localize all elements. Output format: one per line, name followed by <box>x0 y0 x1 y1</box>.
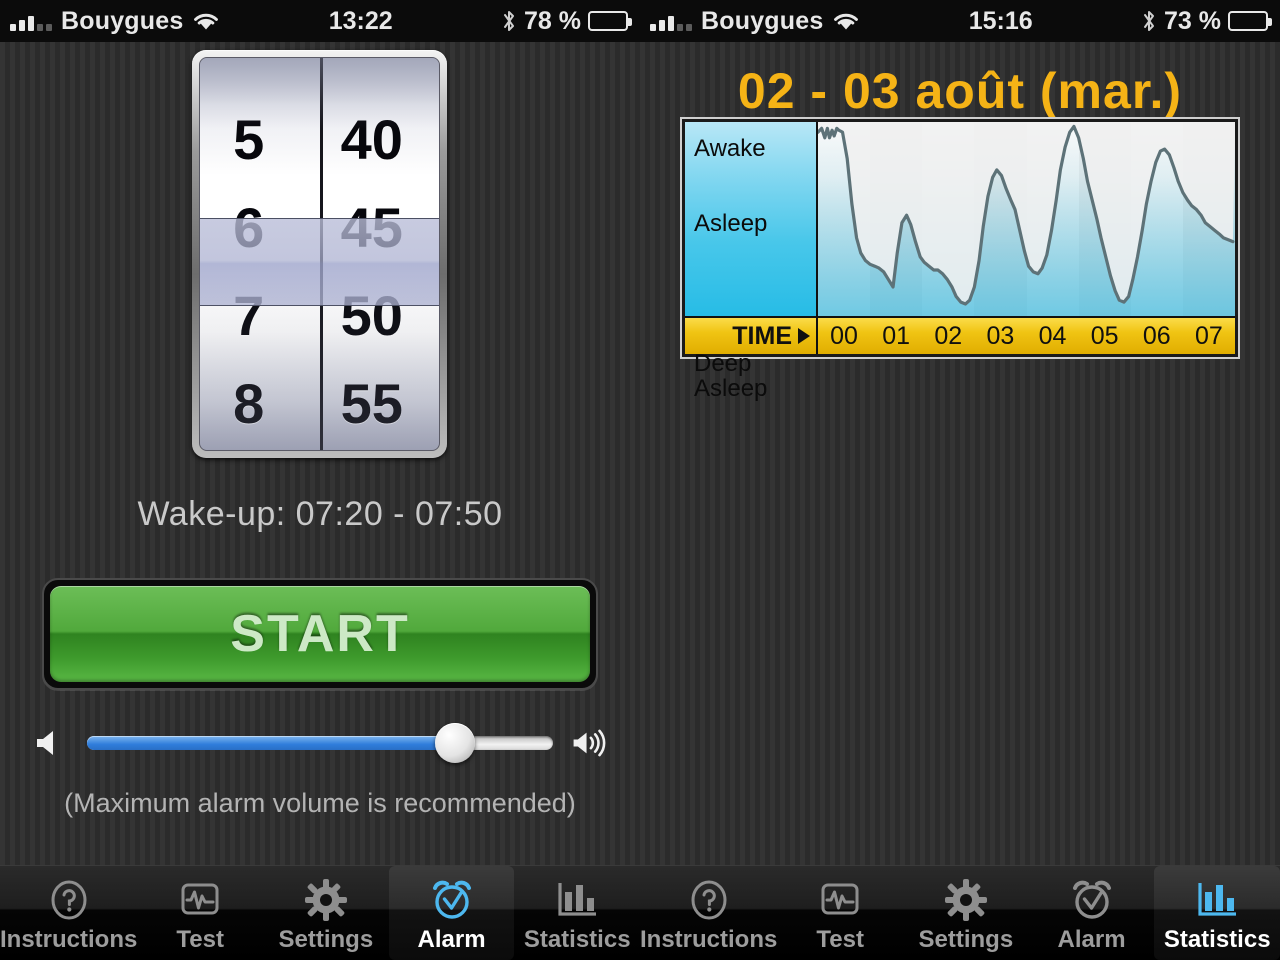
question-mark-icon <box>687 874 731 926</box>
statistics-screen: Bouygues 15:16 73 % 02 - 03 août (mar.) <box>640 0 1280 960</box>
legend-deep-asleep: Deep Asleep <box>694 350 768 402</box>
time-axis: TIME 00 01 02 03 04 05 06 07 <box>685 316 1235 354</box>
minute-option-selected[interactable]: 50 <box>323 272 440 360</box>
sleep-graph-legend: Awake Asleep Deep Asleep <box>685 122 818 401</box>
pulse-waveform-icon <box>818 874 862 926</box>
sleep-graph[interactable]: Awake Asleep Deep Asleep TIME 00 01 02 0… <box>680 117 1240 401</box>
bluetooth-icon <box>504 11 515 31</box>
tab-label: Instructions <box>0 926 138 953</box>
minute-option[interactable]: 55 <box>323 360 440 448</box>
alarm-time-picker[interactable]: 5 6 7 8 9 40 45 50 55 00 <box>192 50 447 458</box>
speaker-high-icon <box>573 729 606 757</box>
sleep-graph-plot <box>818 122 1235 316</box>
time-axis-label: TIME <box>732 321 792 350</box>
tab-test[interactable]: Test <box>777 866 903 960</box>
alarm-clock-icon <box>429 874 475 926</box>
gear-icon <box>944 874 988 926</box>
battery-percent-right: 73 % <box>1164 6 1221 35</box>
hour-option[interactable]: 6 <box>200 184 320 272</box>
volume-hint-label: (Maximum alarm volume is recommended) <box>64 788 576 818</box>
tab-label: Test <box>176 926 224 953</box>
start-button[interactable]: START <box>50 586 590 682</box>
pulse-waveform-icon <box>178 874 222 926</box>
battery-icon <box>588 11 632 31</box>
hour-tick: 00 <box>830 321 858 350</box>
bar-chart-icon <box>1195 874 1239 926</box>
tab-settings[interactable]: Settings <box>903 866 1029 960</box>
wifi-icon <box>194 13 219 30</box>
battery-percent-left: 78 % <box>524 6 581 35</box>
tab-bar-right: Instructions Test Settings Alarm Statistics <box>640 865 1280 960</box>
volume-slider-knob[interactable] <box>435 723 476 763</box>
hour-option-selected[interactable]: 7 <box>200 272 320 360</box>
bar-chart-icon <box>555 874 599 926</box>
minute-option[interactable]: 45 <box>323 184 440 272</box>
tab-label: Test <box>816 926 864 953</box>
hour-option[interactable]: 9 <box>200 448 320 450</box>
tab-label: Alarm <box>1057 926 1126 953</box>
tab-label: Instructions <box>640 926 778 953</box>
volume-slider[interactable] <box>87 723 553 763</box>
hour-wheel[interactable]: 5 6 7 8 9 <box>200 58 320 450</box>
signal-bars-icon <box>650 11 692 31</box>
tab-statistics[interactable]: Statistics <box>514 866 640 960</box>
tab-bar-left: Instructions Test Settings Alarm Statistics <box>0 865 640 960</box>
tab-instructions[interactable]: Instructions <box>0 866 137 960</box>
tab-test[interactable]: Test <box>137 866 263 960</box>
hour-tick: 06 <box>1142 321 1171 350</box>
tab-label: Alarm <box>417 926 486 953</box>
gear-icon <box>304 874 348 926</box>
hour-option[interactable]: 8 <box>200 360 320 448</box>
hour-tick: 01 <box>882 321 911 350</box>
hour-tick: 05 <box>1090 321 1119 350</box>
play-arrow-icon <box>798 328 810 344</box>
alarm-screen: Bouygues 13:22 78 % 5 6 7 8 40 45 50 55 … <box>0 0 640 960</box>
status-time-right: 15:16 <box>968 6 1033 35</box>
tab-label: Settings <box>918 926 1014 953</box>
carrier-label: Bouygues <box>61 6 184 35</box>
volume-slider-row <box>0 715 640 771</box>
minute-option[interactable]: 40 <box>323 96 440 184</box>
status-bar-left: Bouygues 13:22 78 % <box>0 0 640 42</box>
battery-icon <box>1228 11 1272 31</box>
carrier-label: Bouygues <box>701 6 824 35</box>
hour-tick-labels: 00 01 02 03 04 05 06 07 <box>818 318 1235 354</box>
night-date-title: 02 - 03 août (mar.) <box>737 63 1183 119</box>
tab-statistics[interactable]: Statistics <box>1154 866 1280 960</box>
tab-instructions[interactable]: Instructions <box>640 866 777 960</box>
minute-option[interactable]: 00 <box>323 448 440 450</box>
status-time-left: 13:22 <box>328 6 393 35</box>
hour-tick: 03 <box>986 321 1015 350</box>
hour-tick: 07 <box>1195 321 1223 350</box>
signal-bars-icon <box>10 11 52 31</box>
sleep-curve <box>818 122 1235 316</box>
legend-awake: Awake <box>694 135 766 162</box>
tab-label: Statistics <box>1163 926 1271 953</box>
minute-wheel[interactable]: 40 45 50 55 00 <box>319 58 440 450</box>
start-button-frame: START <box>42 578 598 690</box>
tab-label: Settings <box>278 926 374 953</box>
wifi-icon <box>834 13 859 30</box>
question-mark-icon <box>47 874 91 926</box>
time-axis-label-group: TIME <box>685 318 818 354</box>
wakeup-window-label: Wake-up: 07:20 - 07:50 <box>137 495 503 533</box>
bluetooth-icon <box>1144 11 1155 31</box>
hour-tick: 02 <box>934 321 963 350</box>
legend-asleep: Asleep <box>694 210 768 237</box>
tab-alarm[interactable]: Alarm <box>1029 866 1155 960</box>
hour-option[interactable]: 5 <box>200 96 320 184</box>
tab-alarm[interactable]: Alarm <box>388 866 515 960</box>
speaker-low-icon <box>37 731 53 755</box>
alarm-clock-icon <box>1069 874 1115 926</box>
status-bar-right: Bouygues 15:16 73 % <box>640 0 1280 42</box>
hour-tick: 04 <box>1038 321 1067 350</box>
tab-label: Statistics <box>523 926 631 953</box>
tab-settings[interactable]: Settings <box>263 866 389 960</box>
